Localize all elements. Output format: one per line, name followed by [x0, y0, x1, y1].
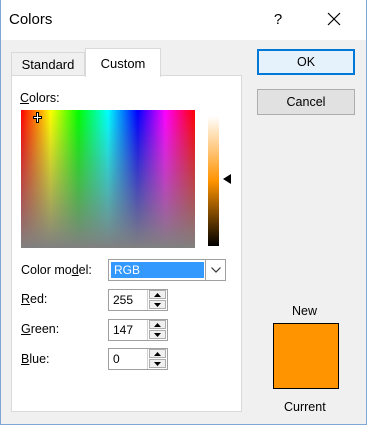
close-icon [327, 12, 341, 26]
green-spin-down[interactable] [149, 330, 166, 339]
red-spinner[interactable]: 255 [108, 289, 168, 311]
color-model-label: Color model: [21, 263, 92, 277]
title-bar: Colors ? [1, 0, 366, 40]
blue-spinner[interactable]: 0 [108, 348, 168, 370]
color-spectrum[interactable] [21, 110, 195, 248]
color-preview-swatch [273, 323, 339, 389]
dialog-title: Colors [9, 11, 53, 28]
new-label: New [292, 304, 318, 318]
help-icon: ? [273, 10, 283, 28]
help-button[interactable]: ? [259, 4, 297, 34]
green-spinner[interactable]: 147 [108, 319, 168, 341]
red-value[interactable]: 255 [113, 293, 133, 307]
crosshair-icon[interactable] [33, 112, 42, 123]
cancel-button[interactable]: Cancel [257, 89, 355, 115]
triangle-left-icon[interactable] [223, 174, 231, 184]
green-spin-buttons [147, 320, 167, 340]
tab-standard-label: Standard [21, 57, 75, 72]
spin-down-icon [154, 361, 161, 366]
blue-spin-buttons [147, 349, 167, 369]
current-label: Current [284, 400, 326, 414]
spin-down-icon [154, 332, 161, 337]
green-spin-up[interactable] [149, 320, 166, 329]
green-label: Green: [21, 322, 60, 336]
spin-up-icon [154, 351, 161, 356]
blue-spin-down[interactable] [149, 359, 166, 368]
luminance-bar[interactable] [208, 116, 219, 246]
red-label: Red: [21, 292, 48, 306]
tab-custom[interactable]: Custom [85, 48, 161, 77]
close-button[interactable] [314, 4, 354, 34]
ok-button[interactable]: OK [257, 49, 355, 75]
colors-dialog: Colors ? Standard Custom Colors: Color m… [0, 0, 367, 425]
tab-custom-label: Custom [100, 55, 146, 71]
green-value[interactable]: 147 [113, 323, 133, 337]
dropdown-button[interactable] [205, 260, 225, 280]
blue-spin-up[interactable] [149, 349, 166, 358]
color-model-value: RGB [111, 262, 204, 278]
blue-value[interactable]: 0 [113, 352, 120, 366]
tab-standard[interactable]: Standard [11, 52, 85, 76]
colors-label: Colors: [20, 91, 60, 105]
red-spin-buttons [147, 290, 167, 310]
spin-down-icon [154, 302, 161, 307]
red-spin-down[interactable] [149, 300, 166, 309]
spin-up-icon [154, 322, 161, 327]
color-model-select[interactable]: RGB [108, 259, 226, 281]
red-spin-up[interactable] [149, 290, 166, 299]
chevron-down-icon [210, 267, 221, 273]
blue-label: Blue: [21, 352, 50, 366]
spin-up-icon [154, 292, 161, 297]
